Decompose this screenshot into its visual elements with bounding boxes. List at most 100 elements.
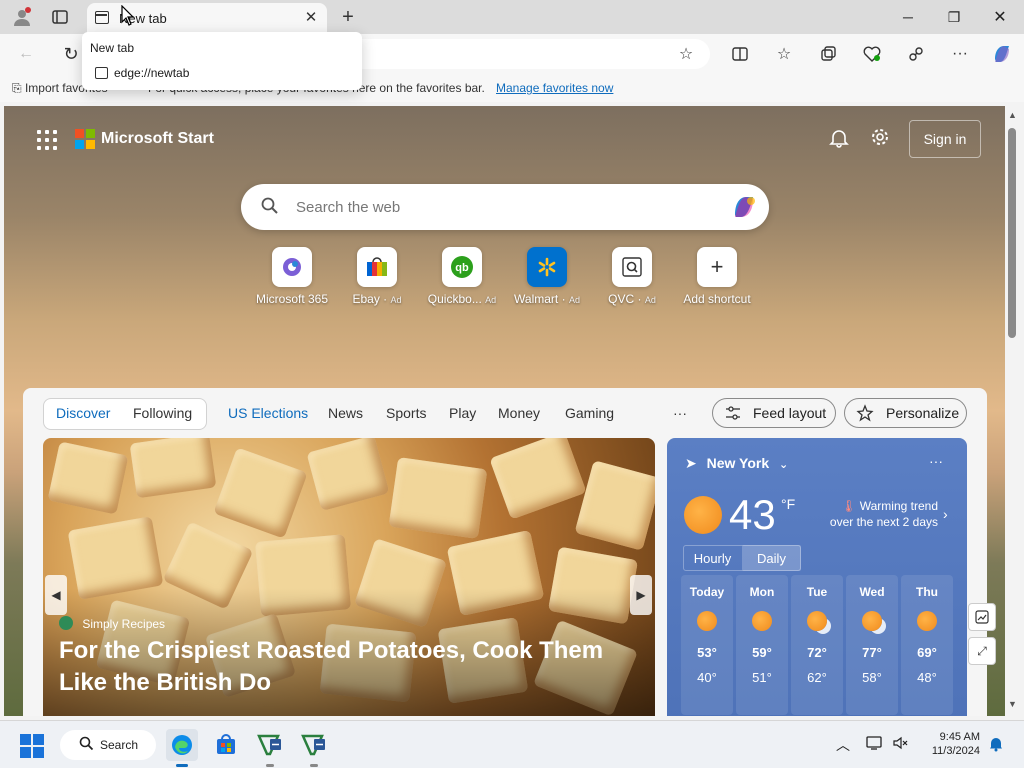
- forecast-day[interactable]: Tue 72° 62°: [791, 575, 843, 715]
- personalize-button[interactable]: Personalize: [844, 398, 967, 428]
- profile-icon[interactable]: [8, 3, 36, 31]
- scroll-down-arrow-icon[interactable]: ▼: [1008, 699, 1017, 709]
- taskbar-clock[interactable]: 9:45 AM 11/3/2024: [918, 730, 980, 758]
- tab-news[interactable]: News: [328, 405, 363, 421]
- current-temperature: 43: [729, 491, 776, 538]
- forecast-high: 59°: [752, 645, 772, 660]
- app-launcher-icon[interactable]: [37, 130, 57, 150]
- tab-gaming[interactable]: Gaming: [565, 405, 614, 421]
- microsoft-store-icon[interactable]: [210, 729, 242, 761]
- clock-date: 11/3/2024: [931, 745, 980, 757]
- add-shortcut-button[interactable]: + Add shortcut: [672, 247, 762, 306]
- taskbar-search-button[interactable]: Search: [60, 730, 156, 760]
- article-headline[interactable]: For the Crispiest Roasted Potatoes, Cook…: [59, 635, 639, 699]
- feed-layout-button[interactable]: Feed layout: [712, 398, 836, 428]
- copilot-sidebar-icon[interactable]: [988, 40, 1016, 68]
- shortcut-walmart[interactable]: Walmart · Ad: [502, 247, 592, 306]
- mouse-cursor-icon: [121, 4, 135, 30]
- back-icon[interactable]: ←: [12, 40, 40, 68]
- collections-icon[interactable]: [814, 40, 842, 68]
- forecast-low: 40°: [697, 670, 717, 685]
- weather-card[interactable]: ➤ New York ⌄ ··· 43 °F 🌡 Warming trend o…: [667, 438, 967, 716]
- location-arrow-icon: ➤: [685, 455, 697, 471]
- more-menu-icon[interactable]: ···: [946, 40, 974, 68]
- article-source[interactable]: Simply Recipes: [59, 616, 166, 631]
- shortcut-qvc[interactable]: QVC · Ad: [587, 247, 677, 306]
- daily-tab[interactable]: Daily: [742, 545, 801, 571]
- forecast-day[interactable]: Thu 69° 48°: [901, 575, 953, 715]
- edge-browser-icon[interactable]: [166, 729, 198, 761]
- restore-button[interactable]: ❐: [931, 0, 977, 34]
- running-indicator: [266, 764, 274, 767]
- sign-in-button[interactable]: Sign in: [909, 120, 981, 158]
- web-search-box[interactable]: Search the web: [241, 184, 769, 230]
- temperature-unit[interactable]: °F: [781, 496, 795, 512]
- shortcut-ebay[interactable]: Ebay · Ad: [332, 247, 422, 306]
- tab-us-elections[interactable]: US Elections: [228, 405, 308, 421]
- sparkle-star-icon: [856, 404, 874, 425]
- tab-discover[interactable]: Discover: [56, 405, 110, 421]
- tab-play[interactable]: Play: [449, 405, 476, 421]
- article-source-label: Simply Recipes: [82, 617, 166, 631]
- chevron-right-icon[interactable]: ›: [943, 506, 948, 522]
- scrollbar-thumb[interactable]: [1008, 128, 1016, 338]
- hero-article-card[interactable]: ◀ ▶ Simply Recipes For the Crispiest Roa…: [43, 438, 655, 716]
- weather-trend-subtitle: over the next 2 days: [829, 515, 938, 529]
- taskbar-search-label: Search: [100, 738, 139, 752]
- quickbooks-icon: qb: [442, 247, 482, 287]
- sunny-icon: [752, 611, 772, 631]
- more-tabs-button[interactable]: ···: [673, 405, 687, 421]
- shortcut-label: Ebay: [352, 292, 380, 306]
- forecast-day[interactable]: Mon 59° 51°: [736, 575, 788, 715]
- shortcut-label: Walmart: [514, 292, 559, 306]
- svg-text:qb: qb: [455, 262, 469, 274]
- newtab-favicon-icon: [95, 67, 108, 79]
- visio-app-icon[interactable]: [254, 729, 286, 761]
- close-tab-icon[interactable]: ✕: [301, 8, 321, 28]
- news-feed: Discover Following US Elections News Spo…: [23, 388, 987, 716]
- weather-location-button[interactable]: ➤ New York ⌄: [685, 455, 788, 472]
- expand-icon[interactable]: ⤢: [968, 637, 996, 665]
- tab-money[interactable]: Money: [498, 405, 540, 421]
- forecast-day[interactable]: Today 53° 40°: [681, 575, 733, 715]
- notifications-bell-icon[interactable]: [829, 128, 849, 153]
- chevron-up-icon[interactable]: ︿: [836, 735, 850, 755]
- shortcut-microsoft-365[interactable]: Microsoft 365: [247, 247, 337, 306]
- tab-actions-icon[interactable]: [46, 3, 74, 31]
- tab-sports[interactable]: Sports: [386, 405, 426, 421]
- hourly-tab[interactable]: Hourly: [683, 545, 742, 571]
- forecast-day-name: Wed: [859, 585, 885, 599]
- hero-prev-button[interactable]: ◀: [45, 575, 67, 615]
- shortcut-quickbooks[interactable]: qb Quickbo... Ad: [417, 247, 507, 306]
- minimize-button[interactable]: ─: [885, 0, 931, 34]
- start-windows-icon[interactable]: [20, 734, 44, 758]
- weather-more-button[interactable]: ···: [929, 453, 943, 469]
- split-screen-icon[interactable]: [726, 40, 754, 68]
- manage-favorites-link[interactable]: Manage favorites now: [496, 81, 613, 95]
- notification-bell-icon[interactable]: [988, 736, 1004, 755]
- browser-essentials-icon[interactable]: [858, 40, 886, 68]
- forecast-day[interactable]: Wed 77° 58°: [846, 575, 898, 715]
- sunny-icon: [917, 611, 937, 631]
- refresh-icon[interactable]: ↻: [57, 40, 85, 68]
- tab-following[interactable]: Following: [133, 405, 192, 421]
- new-tab-button[interactable]: +: [334, 3, 362, 31]
- visio-app-icon-2[interactable]: [298, 729, 330, 761]
- forecast-day-name: Today: [689, 585, 725, 599]
- close-window-button[interactable]: ✕: [977, 0, 1023, 34]
- walmart-icon: [527, 247, 567, 287]
- volume-muted-icon[interactable]: [892, 735, 908, 754]
- brand-title[interactable]: Microsoft Start: [101, 130, 214, 148]
- qvc-icon: [612, 247, 652, 287]
- network-icon[interactable]: [866, 735, 884, 754]
- favorite-star-icon[interactable]: ☆: [672, 40, 700, 68]
- copilot-icon[interactable]: [729, 193, 759, 221]
- settings-gear-icon[interactable]: [870, 127, 890, 153]
- extensions-icon[interactable]: [902, 40, 930, 68]
- favorites-icon[interactable]: ☆: [770, 40, 798, 68]
- background-image-button[interactable]: [968, 603, 996, 631]
- scroll-up-arrow-icon[interactable]: ▲: [1008, 110, 1017, 120]
- weather-trend-title[interactable]: 🌡 Warming trend: [833, 499, 938, 513]
- hero-next-button[interactable]: ▶: [630, 575, 652, 615]
- personalize-label: Personalize: [886, 405, 960, 421]
